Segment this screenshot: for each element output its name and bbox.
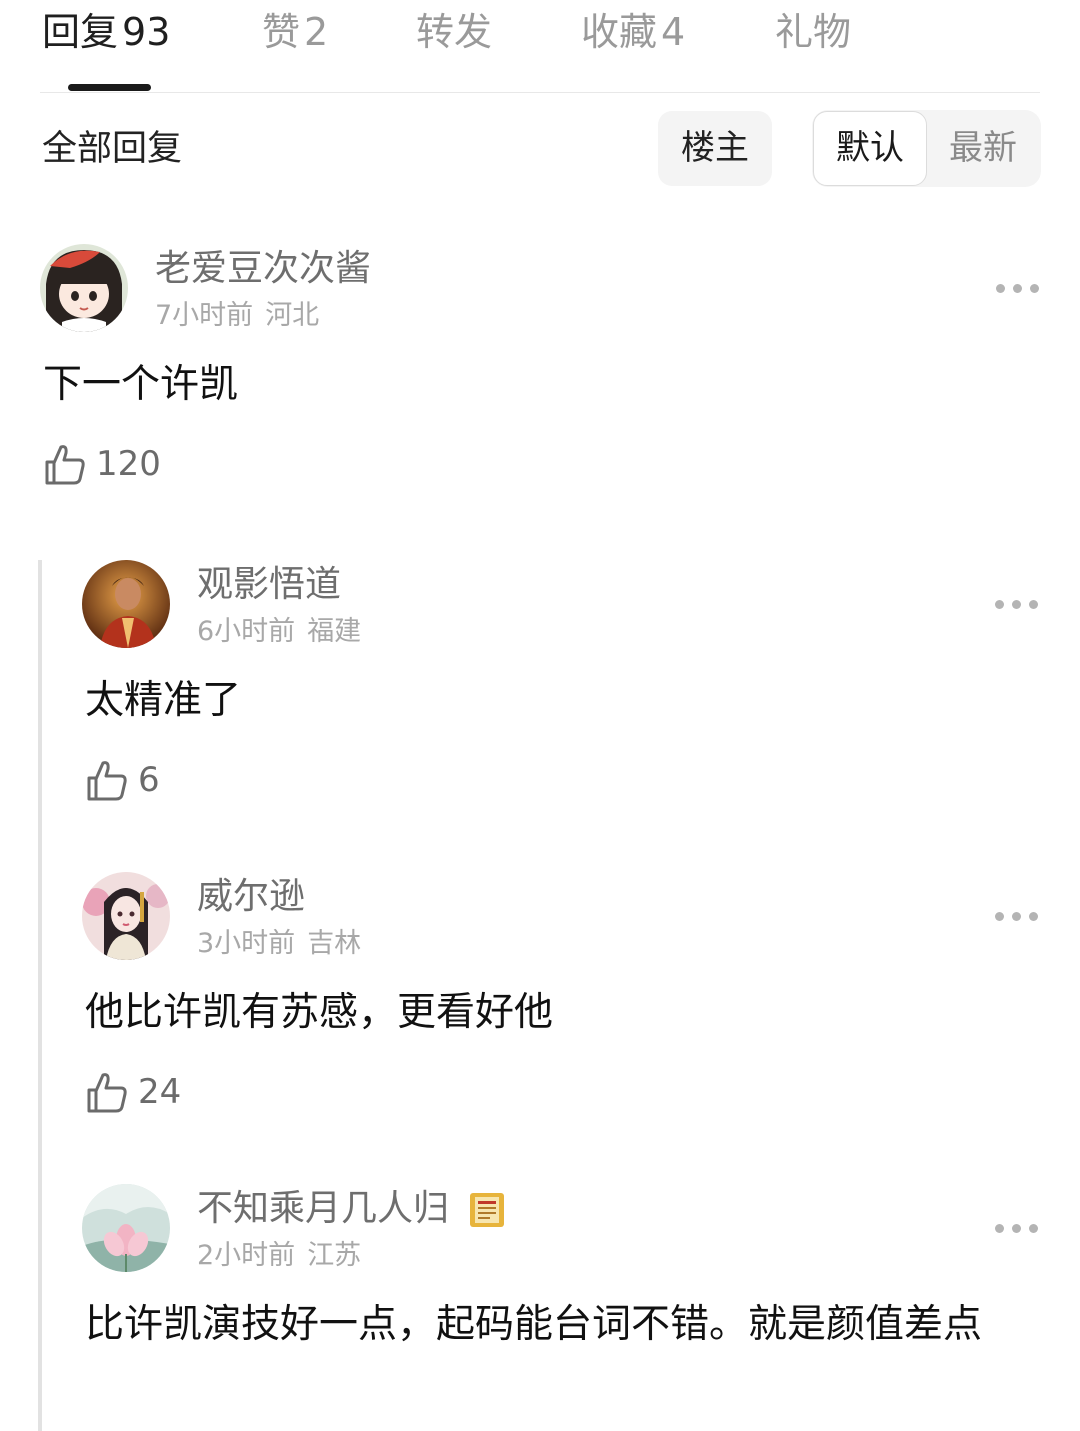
avatar[interactable] xyxy=(82,1184,170,1272)
tab-likes[interactable]: 赞2 xyxy=(262,8,328,56)
tab-label: 赞 xyxy=(262,10,301,54)
tab-bar: 回复 93 赞2 转发 收藏 4 礼物 xyxy=(0,0,1080,93)
reply-meta: 2小时前 江苏 xyxy=(197,1238,361,1274)
reply: 观影悟道 6小时前 福建 太精准了 6 xyxy=(82,560,1039,810)
comment: 老爱豆次次酱 7小时前 河北 下一个许凯 120 xyxy=(40,244,1040,504)
like-count: 120 xyxy=(96,444,161,484)
tab-count: 2 xyxy=(304,10,329,54)
username-text: 不知乘月几人归 xyxy=(197,1188,450,1229)
tab-label: 转发 xyxy=(416,10,493,54)
comment-text: 下一个许凯 xyxy=(43,362,239,407)
reply-text: 他比许凯有苏感，更看好他 xyxy=(85,990,554,1035)
active-tab-indicator xyxy=(68,84,151,91)
tab-label: 收藏 xyxy=(581,10,658,54)
more-options-button[interactable] xyxy=(996,278,1040,298)
tab-label: 回复 xyxy=(42,10,119,54)
avatar[interactable] xyxy=(40,244,128,332)
timestamp: 6小时前 xyxy=(197,616,296,647)
tab-label: 礼物 xyxy=(775,10,852,54)
username[interactable]: 不知乘月几人归 xyxy=(197,1186,507,1232)
owner-only-button[interactable]: 楼主 xyxy=(658,111,772,186)
location: 河北 xyxy=(265,300,320,331)
tab-count: 93 xyxy=(122,10,171,54)
thumbs-up-icon xyxy=(45,445,85,485)
reply-text: 比许凯演技好一点，起码能台词不错。就是颜值差点 xyxy=(85,1302,983,1347)
tab-favorites[interactable]: 收藏 4 xyxy=(581,8,685,56)
reply: 威尔逊 3小时前 吉林 他比许凯有苏感，更看好他 24 xyxy=(82,872,1039,1122)
timestamp: 2小时前 xyxy=(197,1240,296,1271)
tab-replies[interactable]: 回复 93 xyxy=(42,8,170,56)
location: 江苏 xyxy=(307,1240,362,1271)
location: 吉林 xyxy=(307,928,362,959)
comment-meta: 7小时前 河北 xyxy=(155,298,319,334)
username[interactable]: 观影悟道 xyxy=(197,562,341,608)
more-options-button[interactable] xyxy=(995,594,1039,614)
divider xyxy=(40,92,1040,93)
sort-default-button[interactable]: 默认 xyxy=(813,111,927,186)
more-options-button[interactable] xyxy=(995,906,1039,926)
reply-meta: 6小时前 福建 xyxy=(197,614,361,650)
more-options-button[interactable] xyxy=(995,1218,1039,1238)
tab-gifts[interactable]: 礼物 xyxy=(775,8,851,56)
reply-thread-line xyxy=(38,560,42,1431)
username[interactable]: 老爱豆次次酱 xyxy=(155,246,371,292)
like-count: 6 xyxy=(138,760,160,800)
sort-toggle: 默认 最新 xyxy=(812,110,1041,187)
thumbs-up-icon xyxy=(87,761,127,801)
timestamp: 3小时前 xyxy=(197,928,296,959)
avatar[interactable] xyxy=(82,872,170,960)
all-replies-heading: 全部回复 xyxy=(42,129,183,169)
tab-reposts[interactable]: 转发 xyxy=(416,8,492,56)
username[interactable]: 威尔逊 xyxy=(197,874,305,920)
tab-count: 4 xyxy=(661,10,686,54)
reply-text: 太精准了 xyxy=(85,678,242,723)
reply: 不知乘月几人归 2小时前 江苏 比许凯演技好一点，起码能台词不错。就是颜值差点 xyxy=(82,1184,1039,1431)
reply-meta: 3小时前 吉林 xyxy=(197,926,361,962)
thumbs-up-icon xyxy=(87,1073,127,1113)
avatar[interactable] xyxy=(82,560,170,648)
like-count: 24 xyxy=(138,1072,182,1112)
timestamp: 7小时前 xyxy=(155,300,254,331)
location: 福建 xyxy=(307,616,362,647)
scroll-badge-icon xyxy=(470,1193,505,1227)
sort-latest-button[interactable]: 最新 xyxy=(927,111,1039,186)
